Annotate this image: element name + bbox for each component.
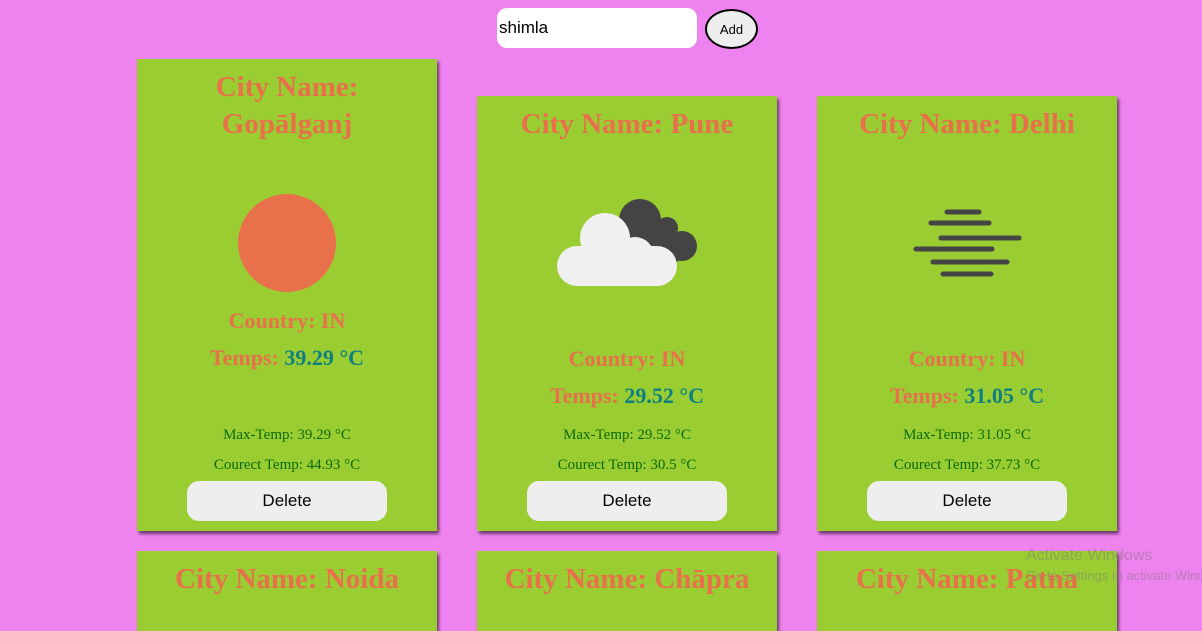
current-temp: Courect Temp: 37.73 °C [893,457,1041,473]
clouds-icon [477,186,777,306]
delete-button[interactable]: Delete [527,481,727,521]
temps-line: Temps: 29.52 °C [549,383,705,408]
weather-card-delhi: City Name: Delhi Country: IN Temps: 31.0… [817,96,1117,531]
weather-card-pune: City Name: Pune Country: IN Temps: 29.52… [477,96,777,531]
temps-line: Temps: 39.29 °C [209,345,365,370]
haze-icon [817,186,1117,306]
card-title: City Name: Chāpra [504,563,750,595]
temp-value: 39.29 °C [284,345,365,370]
max-temp: Max-Temp: 29.52 °C [563,427,691,443]
max-temp: Max-Temp: 31.05 °C [903,427,1031,443]
delete-button[interactable]: Delete [867,481,1067,521]
card-title: City Name: Noida [175,563,399,595]
temps-line: Temps: 31.05 °C [889,383,1045,408]
card-title: City Name: Delhi [859,108,1075,140]
weather-card-noida: City Name: Noida [137,551,437,631]
current-temp: Courect Temp: 44.93 °C [213,457,361,473]
weather-card-chapra: City Name: Chāpra [477,551,777,631]
temp-value: 31.05 °C [964,383,1045,408]
temp-value: 29.52 °C [624,383,705,408]
card-title: City Name: Pune [520,108,734,140]
current-temp: Courect Temp: 30.5 °C [557,457,697,473]
weather-card-gopalganj: City Name: Gopālganj Country: IN Temps: … [137,59,437,531]
delete-button[interactable]: Delete [187,481,387,521]
card-title: City Name: Gopālganj [215,71,359,140]
country-label: Country: IN [908,346,1026,371]
country-label: Country: IN [228,308,346,333]
country-label: Country: IN [568,346,686,371]
city-search-input[interactable] [497,8,697,48]
sun-icon [137,184,437,304]
max-temp: Max-Temp: 39.29 °C [223,427,351,443]
activate-windows-watermark: Activate Windows Go to Settings to activ… [1026,547,1202,583]
add-button[interactable]: Add [705,9,758,49]
